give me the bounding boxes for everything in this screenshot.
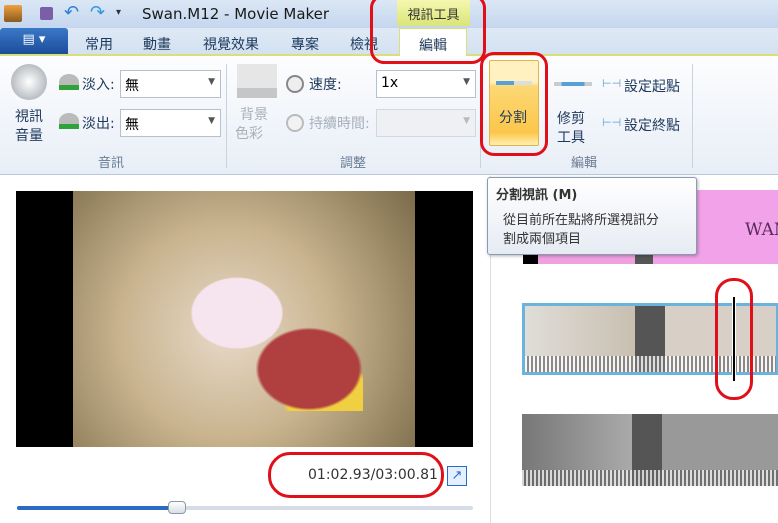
speed-label: 速度:: [309, 77, 342, 93]
clip-video-2[interactable]: [522, 414, 778, 486]
audio-waveform: [522, 470, 778, 486]
annotation-circle-edit-tab: [370, 0, 486, 64]
group-edit-label: 編輯: [571, 156, 598, 171]
window-title: Swan.M12 - Movie Maker: [142, 5, 330, 23]
group-adjust-label: 調整: [340, 156, 367, 171]
speed-value: 1x: [381, 75, 399, 91]
undo-icon[interactable]: ↶: [64, 2, 79, 23]
fade-out-label: 淡出:: [82, 116, 115, 132]
background-color-label[interactable]: 背景: [240, 104, 268, 124]
annotation-circle-split: [480, 52, 548, 156]
chevron-down-icon: ▼: [208, 116, 215, 126]
set-start-icon: ⊢⊣: [602, 77, 622, 90]
save-icon[interactable]: [40, 7, 53, 20]
video-preview[interactable]: [16, 191, 473, 447]
annotation-circle-time: [268, 452, 444, 498]
tab-home[interactable]: 常用: [85, 34, 113, 54]
swan-logo: WAN: [745, 220, 778, 240]
speaker-icon: [11, 64, 47, 100]
video-frame: [73, 191, 415, 447]
qat-dropdown-icon[interactable]: ▾: [116, 7, 121, 18]
tab-animations[interactable]: 動畫: [143, 34, 171, 54]
fade-out-value: 無: [125, 117, 139, 133]
fade-out-icon: [59, 113, 79, 129]
ribbon: 視訊 音量 淡入: 無 ▼ 淡出: 無 ▼ 音訊 背景 色彩 速度: 1x ▼ 持續時…: [0, 56, 778, 175]
redo-icon[interactable]: ↷: [90, 2, 105, 23]
seek-fill: [17, 506, 177, 510]
child-figure: [183, 271, 363, 411]
tab-project[interactable]: 專案: [291, 34, 319, 54]
set-end-button[interactable]: 設定終點: [624, 115, 680, 135]
duration-stopwatch-icon: [286, 114, 304, 132]
tooltip: 分割視訊 (M) 從目前所在點將所選視訊分 割成兩個項目: [487, 177, 697, 255]
video-volume-label[interactable]: 視訊: [15, 106, 43, 126]
background-color-label-2[interactable]: 色彩: [235, 123, 263, 143]
group-audio-label: 音訊: [98, 156, 125, 171]
trim-icon: [554, 82, 592, 86]
divider: [692, 64, 693, 168]
fade-in-icon: [59, 74, 79, 90]
fade-in-value: 無: [125, 78, 139, 94]
trim-tool-label-2[interactable]: 工具: [557, 127, 585, 147]
duration-select[interactable]: ▼: [376, 109, 476, 137]
fade-in-label: 淡入:: [82, 77, 115, 93]
fade-out-select[interactable]: 無 ▼: [120, 109, 221, 137]
set-start-button[interactable]: 設定起點: [624, 76, 680, 96]
trim-tool-button[interactable]: 修剪: [557, 108, 585, 128]
paint-bucket-icon: [237, 64, 277, 98]
file-menu-button[interactable]: ▤ ▾: [0, 28, 68, 54]
fade-in-select[interactable]: 無 ▼: [120, 70, 221, 98]
set-end-icon: ⊢⊣: [602, 116, 622, 129]
seek-thumb[interactable]: [167, 501, 186, 514]
chevron-down-icon: ▼: [463, 77, 470, 87]
fullscreen-button[interactable]: ↗: [447, 466, 467, 486]
app-icon: [4, 5, 22, 22]
speed-select[interactable]: 1x ▼: [376, 70, 476, 98]
seek-slider[interactable]: [17, 501, 473, 514]
video-volume-label-2[interactable]: 音量: [15, 125, 43, 145]
chevron-down-icon: ▼: [208, 77, 215, 87]
tab-visual-effects[interactable]: 視覺效果: [203, 34, 259, 54]
divider: [226, 64, 227, 168]
chevron-down-icon: ▼: [463, 116, 470, 126]
annotation-circle-playhead: [715, 278, 753, 400]
stopwatch-icon: [286, 75, 304, 93]
duration-label: 持續時間:: [309, 116, 370, 132]
tooltip-body-2: 割成兩個項目: [503, 232, 582, 247]
tooltip-body-1: 從目前所在點將所選視訊分: [503, 213, 660, 228]
tooltip-title: 分割視訊 (M): [496, 188, 578, 203]
